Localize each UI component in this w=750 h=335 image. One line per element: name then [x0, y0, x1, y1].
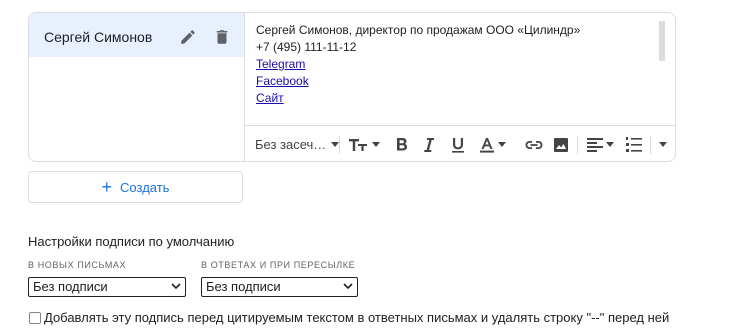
text-color-button[interactable]: [479, 126, 506, 161]
plus-icon: +: [101, 177, 113, 197]
defaults-section-title: Настройки подписи по умолчанию: [28, 234, 235, 249]
text-color-icon: [480, 137, 494, 153]
signature-phone: +7 (495) 111-11-12: [256, 40, 357, 54]
signature-list: Сергей Симонов: [29, 13, 245, 161]
chevron-down-icon: [343, 283, 353, 290]
signature-name: Сергей Симонов: [44, 29, 153, 45]
text-size-icon: [349, 138, 367, 151]
chevron-down-icon: [171, 283, 181, 290]
replies-selected: Без подписи: [206, 279, 281, 294]
insert-image-button[interactable]: [553, 126, 569, 161]
underline-button[interactable]: [451, 126, 465, 161]
signature-text-line: Сергей Симонов, директор по продажам ООО…: [256, 23, 581, 37]
edit-pencil-icon[interactable]: [179, 28, 197, 46]
create-signature-button[interactable]: + Создать: [28, 171, 243, 203]
caret-down-icon: [498, 142, 506, 147]
font-family-select[interactable]: Без засеч…: [255, 126, 340, 161]
trash-icon[interactable]: [213, 28, 231, 46]
new-messages-selected: Без подписи: [33, 279, 108, 294]
toolbar-divider: [650, 136, 651, 154]
toolbar-divider: [339, 136, 340, 154]
toolbar-divider: [577, 136, 578, 154]
font-family-label: Без засеч…: [255, 137, 327, 152]
signature-link-facebook[interactable]: Facebook: [256, 74, 309, 88]
signature-link-telegram[interactable]: Telegram: [256, 57, 305, 71]
numbered-list-button[interactable]: [626, 126, 642, 161]
image-icon: [554, 137, 568, 152]
align-left-icon: [587, 137, 603, 152]
replies-select[interactable]: Без подписи: [201, 277, 358, 297]
signature-list-item[interactable]: Сергей Симонов: [29, 13, 244, 57]
bold-button[interactable]: [395, 126, 409, 161]
editor-scrollbar[interactable]: [659, 21, 665, 61]
new-messages-label: В НОВЫХ ПИСЬМАХ: [28, 260, 127, 270]
signature-link-site[interactable]: Сайт: [256, 91, 284, 105]
insert-before-quote-label: Добавлять эту подпись перед цитируемым т…: [44, 310, 670, 325]
link-icon: [525, 140, 543, 149]
numbered-list-icon: [626, 137, 642, 152]
formatting-toolbar: Без засеч…: [245, 125, 675, 161]
insert-link-button[interactable]: [525, 126, 543, 161]
caret-down-icon: [659, 142, 667, 147]
signature-editor-content[interactable]: Сергей Симонов, директор по продажам ООО…: [256, 22, 580, 107]
more-formatting-button[interactable]: [659, 126, 667, 161]
italic-button[interactable]: [423, 126, 435, 161]
caret-down-icon: [606, 142, 614, 147]
new-messages-select[interactable]: Без подписи: [28, 277, 186, 297]
insert-before-quote-checkbox[interactable]: [29, 312, 41, 324]
caret-down-icon: [372, 142, 380, 147]
create-signature-label: Создать: [120, 179, 170, 195]
align-button[interactable]: [587, 126, 614, 161]
bold-icon: [397, 137, 408, 150]
signature-panel: Сергей Симонов Сергей Симонов, директор …: [28, 12, 676, 162]
underline-icon: [452, 137, 464, 153]
replies-label: В ОТВЕТАХ И ПРИ ПЕРЕСЫЛКЕ: [201, 260, 356, 270]
text-size-button[interactable]: [349, 126, 380, 161]
italic-icon: [424, 137, 434, 152]
